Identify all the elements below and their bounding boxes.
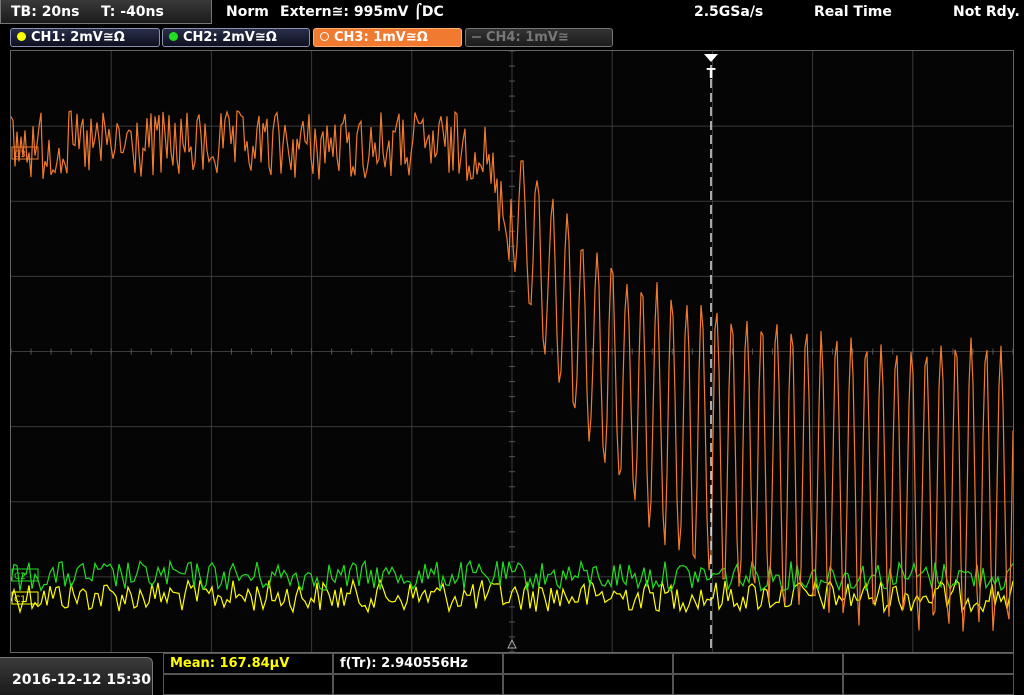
- bottom-bar: 2016-12-12 15:30 Mean: 167.84µV f(Tr): 2…: [0, 653, 1024, 695]
- ch3-marker-label: C3: [14, 150, 26, 160]
- channel-4-button[interactable]: CH4: 1mV≅: [465, 28, 613, 47]
- trigger-marker: T: [707, 67, 716, 82]
- timebase-box[interactable]: TB: 20ns T: -40ns: [0, 0, 212, 24]
- waveform-svg: T C3 C2 C1: [11, 51, 1013, 652]
- datetime: 2016-12-12 15:30: [12, 672, 151, 688]
- timebase-readout: TB: 20ns: [11, 4, 80, 20]
- status-bar: TB: 20ns T: -40ns Norm Extern≅: 995mV ⌠D…: [0, 0, 1024, 26]
- measurement-cell-empty-7[interactable]: [333, 674, 503, 695]
- sample-rate: 2.5GSa/s: [694, 4, 764, 20]
- measurement-cell-frequency[interactable]: f(Tr): 2.940556Hz: [333, 653, 503, 674]
- ch4-dash-icon: [472, 36, 481, 38]
- measurement-cell-empty-6[interactable]: [163, 674, 333, 695]
- measurement-cell-empty-8[interactable]: [503, 674, 673, 695]
- ch4-label: CH4: 1mV≅: [486, 30, 569, 45]
- trigger-offset-readout: T: -40ns: [101, 4, 164, 20]
- measurement-cell-mean[interactable]: Mean: 167.84µV: [163, 653, 333, 674]
- trigger-source[interactable]: Extern≅: 995mV ⌠DC: [280, 4, 444, 20]
- ch3-label: CH3: 1mV≅Ω: [334, 30, 428, 45]
- measurement-cell-empty-4[interactable]: [673, 653, 843, 674]
- trigger-mode[interactable]: Norm: [226, 4, 269, 20]
- acquisition-mode[interactable]: Real Time: [814, 4, 892, 20]
- trigger-arrow-icon[interactable]: [704, 54, 718, 62]
- channel-3-button[interactable]: CH3: 1mV≅Ω: [313, 28, 462, 47]
- channel-1-button[interactable]: CH1: 2mV≅Ω: [10, 28, 160, 47]
- ch2-marker-label: C2: [14, 572, 26, 582]
- mean-measurement: Mean: 167.84µV: [170, 656, 290, 671]
- ch1-dot-icon: [17, 32, 26, 41]
- measurement-cell-empty-3[interactable]: [503, 653, 673, 674]
- ch3-dot-icon: [320, 32, 329, 41]
- ch2-dot-icon: [169, 32, 178, 41]
- channel-2-button[interactable]: CH2: 2mV≅Ω: [162, 28, 310, 47]
- measurement-panel[interactable]: Mean: 167.84µV f(Tr): 2.940556Hz: [163, 653, 1014, 695]
- channel-bar: CH1: 2mV≅Ω CH2: 2mV≅Ω CH3: 1mV≅Ω CH4: 1m…: [0, 26, 1024, 50]
- waveform-display[interactable]: T C3 C2 C1: [10, 50, 1014, 653]
- datetime-box: 2016-12-12 15:30: [0, 657, 153, 695]
- measurement-cell-empty-10[interactable]: [843, 674, 1014, 695]
- ch2-label: CH2: 2mV≅Ω: [183, 30, 277, 45]
- measurement-cell-empty-9[interactable]: [673, 674, 843, 695]
- acquisition-status: Not Rdy.: [953, 4, 1020, 20]
- measurement-cell-empty-5[interactable]: [843, 653, 1014, 674]
- graticule: [11, 51, 1013, 652]
- ch1-marker-label: C1: [14, 595, 26, 605]
- frequency-measurement: f(Tr): 2.940556Hz: [340, 656, 468, 671]
- ch1-label: CH1: 2mV≅Ω: [31, 30, 125, 45]
